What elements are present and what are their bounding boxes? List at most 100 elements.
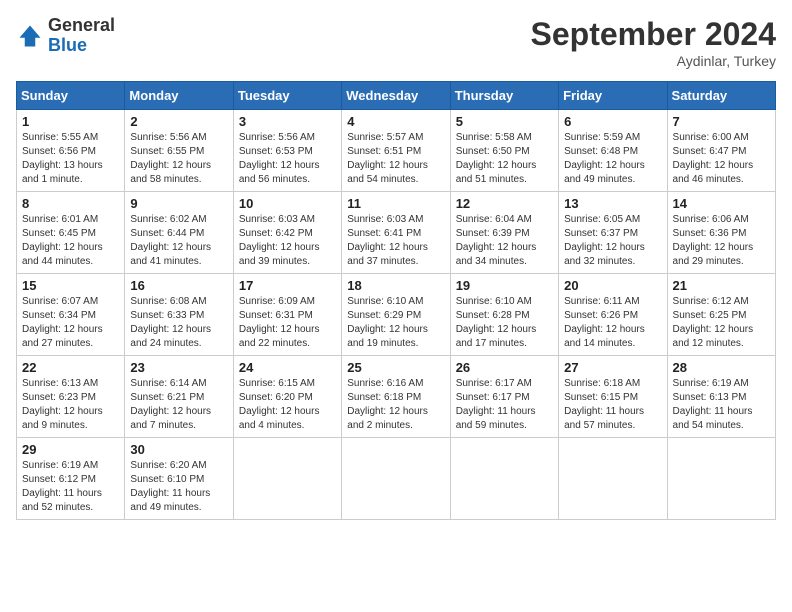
day-info: Sunrise: 6:16 AM Sunset: 6:18 PM Dayligh… [347, 377, 444, 433]
day-info: Sunrise: 6:10 AM Sunset: 6:29 PM Dayligh… [347, 295, 444, 351]
day-number: 13 [564, 196, 661, 211]
week-row-5: 29 Sunrise: 6:19 AM Sunset: 6:12 PM Dayli… [17, 438, 776, 520]
calendar-cell: 15Sunrise: 6:07 AM Sunset: 6:34 PM Dayli… [17, 274, 125, 356]
calendar-cell: 7 Sunrise: 6:00 AM Sunset: 6:47 PM Daylig… [667, 110, 775, 192]
calendar-cell: 11 Sunrise: 6:03 AM Sunset: 6:41 PM Dayli… [342, 192, 450, 274]
day-number: 23 [130, 360, 227, 375]
day-info: Sunrise: 5:55 AM Sunset: 6:56 PM Dayligh… [22, 131, 119, 187]
calendar-header-row: SundayMondayTuesdayWednesdayThursdayFrid… [17, 82, 776, 110]
calendar-cell: 26Sunrise: 6:17 AM Sunset: 6:17 PM Dayli… [450, 356, 558, 438]
calendar-cell: 28Sunrise: 6:19 AM Sunset: 6:13 PM Dayli… [667, 356, 775, 438]
calendar-cell: 22 Sunrise: 6:13 AM Sunset: 6:23 PM Dayli… [17, 356, 125, 438]
day-number: 26 [456, 360, 553, 375]
day-number: 24 [239, 360, 336, 375]
day-info: Sunrise: 5:58 AM Sunset: 6:50 PM Dayligh… [456, 131, 553, 187]
location-subtitle: Aydinlar, Turkey [531, 53, 776, 69]
calendar-cell: 29 Sunrise: 6:19 AM Sunset: 6:12 PM Dayli… [17, 438, 125, 520]
day-number: 22 [22, 360, 119, 375]
day-info: Sunrise: 6:14 AM Sunset: 6:21 PM Dayligh… [130, 377, 227, 433]
day-info: Sunrise: 5:59 AM Sunset: 6:48 PM Dayligh… [564, 131, 661, 187]
day-info: Sunrise: 6:07 AM Sunset: 6:34 PM Dayligh… [22, 295, 119, 351]
week-row-2: 8 Sunrise: 6:01 AM Sunset: 6:45 PM Daylig… [17, 192, 776, 274]
day-number: 8 [22, 196, 119, 211]
day-number: 18 [347, 278, 444, 293]
header-thursday: Thursday [450, 82, 558, 110]
calendar-cell: 3 Sunrise: 5:56 AM Sunset: 6:53 PM Daylig… [233, 110, 341, 192]
calendar-cell: 1 Sunrise: 5:55 AM Sunset: 6:56 PM Daylig… [17, 110, 125, 192]
calendar-cell: 17 Sunrise: 6:09 AM Sunset: 6:31 PM Dayli… [233, 274, 341, 356]
day-number: 29 [22, 442, 119, 457]
month-title: September 2024 [531, 16, 776, 53]
day-info: Sunrise: 6:19 AM Sunset: 6:12 PM Dayligh… [22, 459, 119, 515]
header-wednesday: Wednesday [342, 82, 450, 110]
day-info: Sunrise: 6:12 AM Sunset: 6:25 PM Dayligh… [673, 295, 770, 351]
logo-general-text: General [48, 16, 115, 36]
day-number: 27 [564, 360, 661, 375]
day-number: 21 [673, 278, 770, 293]
day-number: 14 [673, 196, 770, 211]
header-sunday: Sunday [17, 82, 125, 110]
day-info: Sunrise: 6:06 AM Sunset: 6:36 PM Dayligh… [673, 213, 770, 269]
day-info: Sunrise: 6:18 AM Sunset: 6:15 PM Dayligh… [564, 377, 661, 433]
title-block: September 2024 Aydinlar, Turkey [531, 16, 776, 69]
day-info: Sunrise: 5:56 AM Sunset: 6:55 PM Dayligh… [130, 131, 227, 187]
day-number: 1 [22, 114, 119, 129]
day-info: Sunrise: 6:09 AM Sunset: 6:31 PM Dayligh… [239, 295, 336, 351]
calendar-cell: 5 Sunrise: 5:58 AM Sunset: 6:50 PM Daylig… [450, 110, 558, 192]
day-number: 10 [239, 196, 336, 211]
calendar-cell: 23 Sunrise: 6:14 AM Sunset: 6:21 PM Dayli… [125, 356, 233, 438]
day-number: 3 [239, 114, 336, 129]
day-info: Sunrise: 6:01 AM Sunset: 6:45 PM Dayligh… [22, 213, 119, 269]
day-number: 4 [347, 114, 444, 129]
day-number: 30 [130, 442, 227, 457]
day-number: 19 [456, 278, 553, 293]
week-row-4: 22 Sunrise: 6:13 AM Sunset: 6:23 PM Dayli… [17, 356, 776, 438]
calendar-cell: 14 Sunrise: 6:06 AM Sunset: 6:36 PM Dayli… [667, 192, 775, 274]
calendar-cell [450, 438, 558, 520]
calendar-cell: 2 Sunrise: 5:56 AM Sunset: 6:55 PM Daylig… [125, 110, 233, 192]
week-row-1: 1 Sunrise: 5:55 AM Sunset: 6:56 PM Daylig… [17, 110, 776, 192]
calendar-cell: 18 Sunrise: 6:10 AM Sunset: 6:29 PM Dayli… [342, 274, 450, 356]
day-info: Sunrise: 6:11 AM Sunset: 6:26 PM Dayligh… [564, 295, 661, 351]
calendar-cell: 8 Sunrise: 6:01 AM Sunset: 6:45 PM Daylig… [17, 192, 125, 274]
day-info: Sunrise: 6:05 AM Sunset: 6:37 PM Dayligh… [564, 213, 661, 269]
calendar-cell [342, 438, 450, 520]
calendar-cell: 13 Sunrise: 6:05 AM Sunset: 6:37 PM Dayli… [559, 192, 667, 274]
calendar-cell: 21 Sunrise: 6:12 AM Sunset: 6:25 PM Dayli… [667, 274, 775, 356]
week-row-3: 15Sunrise: 6:07 AM Sunset: 6:34 PM Dayli… [17, 274, 776, 356]
logo-icon [16, 22, 44, 50]
calendar-cell: 25Sunrise: 6:16 AM Sunset: 6:18 PM Dayli… [342, 356, 450, 438]
header-saturday: Saturday [667, 82, 775, 110]
calendar-cell: 16 Sunrise: 6:08 AM Sunset: 6:33 PM Dayli… [125, 274, 233, 356]
calendar-cell [667, 438, 775, 520]
day-info: Sunrise: 6:03 AM Sunset: 6:41 PM Dayligh… [347, 213, 444, 269]
logo-blue-text: Blue [48, 36, 115, 56]
calendar-cell: 27 Sunrise: 6:18 AM Sunset: 6:15 PM Dayli… [559, 356, 667, 438]
day-info: Sunrise: 6:00 AM Sunset: 6:47 PM Dayligh… [673, 131, 770, 187]
day-info: Sunrise: 6:08 AM Sunset: 6:33 PM Dayligh… [130, 295, 227, 351]
day-number: 7 [673, 114, 770, 129]
day-number: 6 [564, 114, 661, 129]
day-number: 2 [130, 114, 227, 129]
logo: General Blue [16, 16, 115, 56]
day-info: Sunrise: 6:04 AM Sunset: 6:39 PM Dayligh… [456, 213, 553, 269]
day-number: 9 [130, 196, 227, 211]
day-number: 5 [456, 114, 553, 129]
calendar-cell: 6 Sunrise: 5:59 AM Sunset: 6:48 PM Daylig… [559, 110, 667, 192]
calendar-cell: 9 Sunrise: 6:02 AM Sunset: 6:44 PM Daylig… [125, 192, 233, 274]
day-number: 17 [239, 278, 336, 293]
day-info: Sunrise: 6:03 AM Sunset: 6:42 PM Dayligh… [239, 213, 336, 269]
day-info: Sunrise: 6:02 AM Sunset: 6:44 PM Dayligh… [130, 213, 227, 269]
day-number: 11 [347, 196, 444, 211]
day-number: 16 [130, 278, 227, 293]
day-info: Sunrise: 5:56 AM Sunset: 6:53 PM Dayligh… [239, 131, 336, 187]
day-info: Sunrise: 6:20 AM Sunset: 6:10 PM Dayligh… [130, 459, 227, 515]
calendar-cell: 12 Sunrise: 6:04 AM Sunset: 6:39 PM Dayli… [450, 192, 558, 274]
day-info: Sunrise: 6:13 AM Sunset: 6:23 PM Dayligh… [22, 377, 119, 433]
header-tuesday: Tuesday [233, 82, 341, 110]
calendar-cell: 24Sunrise: 6:15 AM Sunset: 6:20 PM Dayli… [233, 356, 341, 438]
day-info: Sunrise: 6:19 AM Sunset: 6:13 PM Dayligh… [673, 377, 770, 433]
day-number: 20 [564, 278, 661, 293]
day-number: 12 [456, 196, 553, 211]
calendar-table: SundayMondayTuesdayWednesdayThursdayFrid… [16, 81, 776, 520]
